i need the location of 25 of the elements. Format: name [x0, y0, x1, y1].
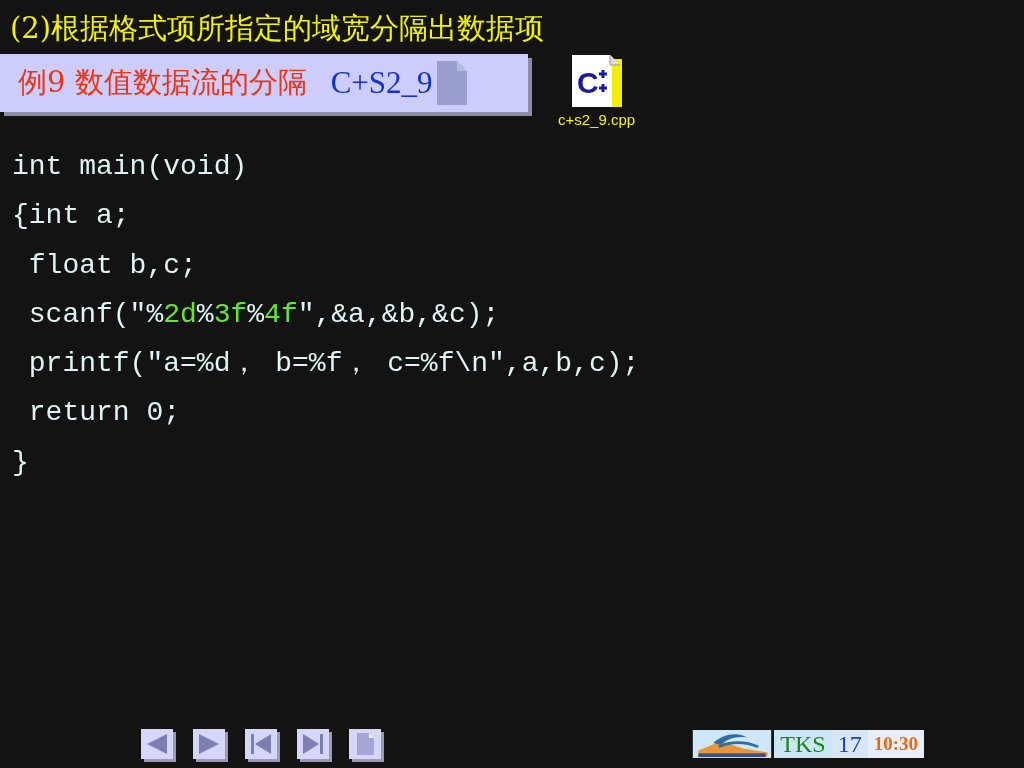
code-line: printf(″a=%d， b=%f， c=%f\n″,a,b,c);	[27, 347, 640, 382]
page-button[interactable]	[349, 729, 381, 759]
code-line: float b,c;	[27, 248, 197, 283]
code-line: {int a;	[12, 199, 130, 234]
code-line: int main(void)	[12, 150, 248, 184]
clock-time: 10:30	[867, 730, 924, 758]
slide-heading: (2)根据格式项所指定的域宽分隔出数据项	[9, 10, 546, 47]
left-triangle-icon	[145, 733, 169, 755]
code-line: return 0;	[27, 396, 181, 431]
course-label: TKS	[774, 730, 832, 758]
document-icon[interactable]	[436, 61, 467, 105]
cpp-file-icon[interactable]: C	[571, 55, 622, 107]
example-title: 例9 数值数据流的分隔	[18, 64, 307, 101]
skip-start-icon	[249, 733, 273, 755]
right-triangle-icon	[197, 733, 221, 755]
first-button[interactable]	[245, 729, 277, 759]
previous-button[interactable]	[141, 729, 173, 759]
page-number: 17	[831, 730, 868, 758]
skip-end-icon	[301, 733, 325, 755]
file-name[interactable]: c+s2_9.cpp	[558, 111, 636, 128]
code-line: }	[12, 445, 29, 480]
next-button[interactable]	[193, 729, 225, 759]
code-line: scanf(″%2d%3f%4f″,&a,&b,&c);	[27, 297, 500, 332]
example-code: C+S2_9	[330, 65, 433, 101]
last-button[interactable]	[297, 729, 329, 759]
